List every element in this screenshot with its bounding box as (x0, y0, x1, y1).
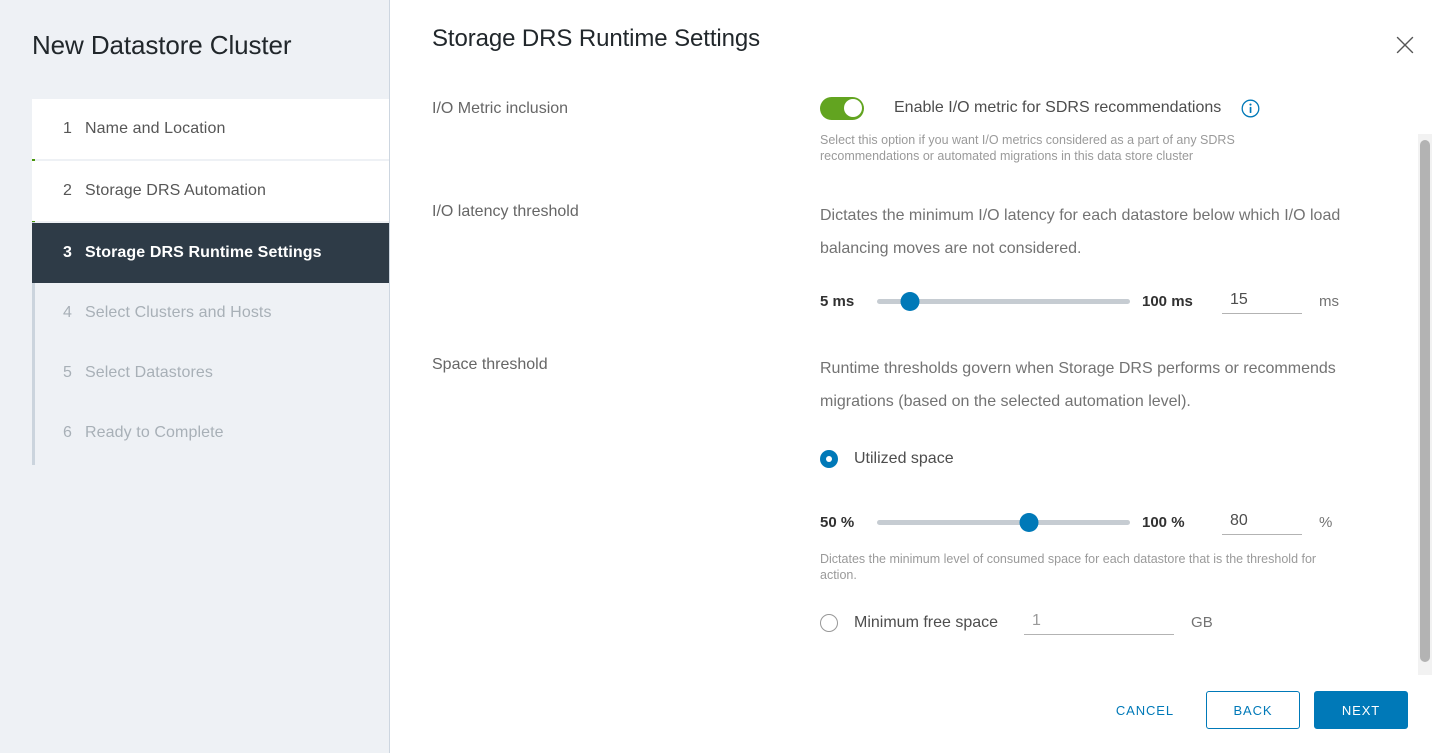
io-latency-value-input[interactable] (1222, 288, 1302, 314)
step-label: Storage DRS Automation (85, 182, 266, 199)
sidebar-step-select-clusters-and-hosts[interactable]: 4 Select Clusters and Hosts (32, 283, 389, 343)
wizard-title: New Datastore Cluster (32, 30, 292, 60)
wizard-main-pane: Storage DRS Runtime Settings I/O Metric … (390, 0, 1440, 753)
io-metric-hint: Select this option if you want I/O metri… (820, 133, 1235, 163)
step-label: Ready to Complete (85, 424, 224, 441)
utilized-space-slider-row: 50 % 100 % % (820, 507, 1380, 537)
io-latency-slider-max-label: 100 ms (1142, 292, 1193, 310)
new-datastore-cluster-wizard: New Datastore Cluster 1 Name and Locatio… (0, 0, 1440, 753)
step-label: Name and Location (85, 120, 226, 137)
io-latency-slider-knob[interactable] (900, 291, 920, 311)
sidebar-step-storage-drs-automation[interactable]: 2 Storage DRS Automation (32, 161, 389, 221)
step-label: Select Datastores (85, 364, 213, 381)
utilized-space-value-input[interactable] (1222, 509, 1302, 535)
step-number: 3 (63, 244, 72, 261)
space-threshold-label: Space threshold (432, 356, 548, 373)
io-metric-inclusion-row: I/O Metric inclusion Enable I/O metric f… (432, 96, 1380, 164)
io-latency-threshold-label: I/O latency threshold (432, 203, 579, 220)
io-latency-slider-row: 5 ms 100 ms ms (820, 286, 1380, 316)
minimum-free-space-value-input[interactable] (1024, 610, 1175, 635)
io-metric-inclusion-label: I/O Metric inclusion (432, 100, 569, 117)
step-label: Storage DRS Runtime Settings (85, 244, 322, 261)
minimum-free-space-unit: GB (1191, 614, 1213, 631)
io-metric-inclusion-content: Enable I/O metric for SDRS recommendatio… (820, 96, 1380, 164)
enable-io-metric-label: Enable I/O metric for SDRS recommendatio… (894, 99, 1222, 116)
utilized-space-unit: % (1319, 513, 1333, 531)
minimum-free-space-radio-row[interactable]: Minimum free space GB (820, 610, 1380, 635)
vertical-scrollbar-thumb[interactable] (1420, 140, 1430, 662)
io-latency-unit: ms (1319, 292, 1339, 310)
space-threshold-description: Runtime thresholds govern when Storage D… (820, 360, 1336, 410)
sidebar-step-select-datastores[interactable]: 5 Select Datastores (32, 343, 389, 403)
wizard-steps: 1 Name and Location 2 Storage DRS Automa… (0, 99, 389, 465)
utilized-space-label: Utilized space (854, 450, 954, 467)
utilized-space-slider-min-label: 50 % (820, 513, 855, 531)
io-latency-threshold-row: I/O latency threshold Dictates the minim… (432, 199, 1380, 316)
utilized-space-slider-knob[interactable] (1019, 512, 1039, 532)
io-latency-threshold-content: Dictates the minimum I/O latency for eac… (820, 199, 1380, 316)
utilized-space-hint: Dictates the minimum level of consumed s… (820, 552, 1317, 582)
step-number: 1 (63, 120, 72, 137)
step-number: 2 (63, 182, 72, 199)
step-label: Select Clusters and Hosts (85, 304, 272, 321)
utilized-space-radio[interactable] (820, 450, 838, 468)
io-latency-description: Dictates the minimum I/O latency for eac… (820, 207, 1341, 257)
close-icon[interactable] (1392, 32, 1418, 58)
io-metric-toggle-line: Enable I/O metric for SDRS recommendatio… (820, 96, 1380, 120)
next-button[interactable]: NEXT (1314, 691, 1408, 729)
pane-header: Storage DRS Runtime Settings (390, 0, 1440, 72)
wizard-sidebar: New Datastore Cluster 1 Name and Locatio… (0, 0, 390, 753)
page-title: Storage DRS Runtime Settings (432, 25, 761, 52)
utilized-space-radio-row[interactable]: Utilized space (820, 449, 1380, 469)
sidebar-step-ready-to-complete[interactable]: 6 Ready to Complete (32, 403, 389, 463)
enable-io-metric-toggle[interactable] (820, 96, 864, 120)
io-latency-slider[interactable] (877, 291, 1130, 311)
minimum-free-space-radio[interactable] (820, 613, 838, 632)
wizard-footer: CANCEL BACK NEXT (390, 675, 1440, 753)
utilized-space-slider[interactable] (877, 512, 1130, 532)
cancel-button[interactable]: CANCEL (1098, 691, 1192, 729)
step-number: 4 (63, 304, 72, 321)
io-latency-slider-min-label: 5 ms (820, 292, 855, 310)
toggle-knob (843, 99, 862, 117)
utilized-space-slider-max-label: 100 % (1142, 513, 1185, 531)
space-threshold-content: Runtime thresholds govern when Storage D… (820, 352, 1380, 635)
back-button[interactable]: BACK (1206, 691, 1300, 729)
step-number: 5 (63, 364, 72, 381)
pane-body: I/O Metric inclusion Enable I/O metric f… (390, 72, 1440, 675)
sidebar-step-storage-drs-runtime-settings[interactable]: 3 Storage DRS Runtime Settings (32, 223, 389, 283)
step-number: 6 (63, 424, 72, 441)
sidebar-step-name-and-location[interactable]: 1 Name and Location (32, 99, 389, 159)
space-threshold-row: Space threshold Runtime thresholds gover… (432, 352, 1380, 635)
info-circle-icon[interactable] (1241, 99, 1260, 118)
minimum-free-space-label: Minimum free space (854, 613, 999, 631)
